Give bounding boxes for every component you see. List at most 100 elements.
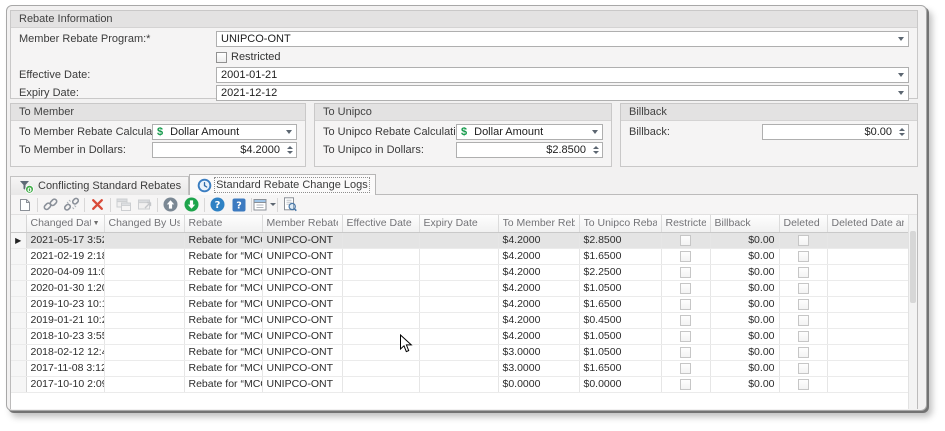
grid-cell[interactable]	[419, 376, 498, 392]
grid-cell[interactable]	[779, 376, 827, 392]
grid-cell[interactable]	[779, 264, 827, 280]
grid-cell[interactable]: $0.00	[710, 312, 779, 328]
grid-cell[interactable]: Rebate for “MCCAI...	[184, 280, 262, 296]
grid-cell[interactable]: UNIPCO-ONT	[262, 232, 342, 248]
column-header[interactable]: Changed Date...▼	[26, 215, 104, 232]
grid-cell[interactable]	[419, 280, 498, 296]
grid-cell[interactable]	[779, 232, 827, 248]
grid-cell[interactable]	[661, 248, 710, 264]
table-row[interactable]: 2020-04-09 11:00:3...Rebate for “MCCAI..…	[11, 264, 908, 280]
grid-cell[interactable]: Rebate for “MCCAI...	[184, 344, 262, 360]
grid-cell[interactable]: $3.0000	[498, 360, 579, 376]
grid-cell[interactable]	[419, 232, 498, 248]
grid-cell[interactable]: $4.2000	[498, 264, 579, 280]
grid-cell[interactable]	[827, 280, 908, 296]
grid-cell[interactable]	[779, 280, 827, 296]
grid-cell[interactable]	[779, 248, 827, 264]
table-row[interactable]: 2017-10-10 2:09:13...Rebate for “MCCAI..…	[11, 376, 908, 392]
column-header[interactable]: Expiry Date	[419, 215, 498, 232]
grid-cell[interactable]	[342, 296, 419, 312]
grid-cell[interactable]: $1.0500	[579, 328, 661, 344]
grid-cell[interactable]: $1.6500	[579, 296, 661, 312]
grid-cell[interactable]: Rebate for “MCCAI...	[184, 248, 262, 264]
grid-cell[interactable]	[827, 344, 908, 360]
grid-cell[interactable]: 2019-10-23 10:10:4...	[26, 296, 104, 312]
grid-cell[interactable]: $0.00	[710, 264, 779, 280]
chevron-down-icon[interactable]	[893, 32, 908, 46]
table-row[interactable]: ▶2021-05-17 3:52:30...Rebate for “MCCAI.…	[11, 232, 908, 248]
chevron-down-icon[interactable]	[587, 125, 602, 139]
grid-cell[interactable]: UNIPCO-ONT	[262, 312, 342, 328]
grid-cell[interactable]: $0.0000	[579, 376, 661, 392]
grid-cell[interactable]: $1.6500	[579, 360, 661, 376]
grid-cell[interactable]	[661, 344, 710, 360]
grid-cell[interactable]: 2021-02-19 2:18:18...	[26, 248, 104, 264]
grid-cell[interactable]: $1.0500	[579, 344, 661, 360]
grid-cell[interactable]: UNIPCO-ONT	[262, 360, 342, 376]
help-circle-button[interactable]: ?	[207, 196, 228, 214]
grid-cell[interactable]	[104, 280, 184, 296]
table-row[interactable]: 2018-02-12 12:40:4...Rebate for “MCCAI..…	[11, 344, 908, 360]
grid-cell[interactable]	[661, 312, 710, 328]
grid-cell[interactable]: $3.0000	[498, 344, 579, 360]
grid-cell[interactable]	[342, 344, 419, 360]
grid-cell[interactable]	[661, 360, 710, 376]
grid-cell[interactable]: $1.0500	[579, 280, 661, 296]
table-row[interactable]: 2018-10-23 3:55:54...Rebate for “MCCAI..…	[11, 328, 908, 344]
grid-cell[interactable]: $4.2000	[498, 232, 579, 248]
table-row[interactable]: 2020-01-30 1:20:36...Rebate for “MCCAI..…	[11, 280, 908, 296]
grid-cell[interactable]	[104, 248, 184, 264]
grid-cell[interactable]: 2018-10-23 3:55:54...	[26, 328, 104, 344]
grid-cell[interactable]: $0.00	[710, 280, 779, 296]
grid-cell[interactable]: UNIPCO-ONT	[262, 264, 342, 280]
grid-cell[interactable]: UNIPCO-ONT	[262, 296, 342, 312]
delete-button[interactable]	[87, 196, 108, 214]
tab-conflicting-standard-rebates[interactable]: 0 Conflicting Standard Rebates	[10, 176, 189, 195]
table-row[interactable]: 2019-01-21 10:29:0...Rebate for “MCCAI..…	[11, 312, 908, 328]
grid-cell[interactable]: Rebate for “MCCAI...	[184, 360, 262, 376]
expiry-date-picker[interactable]: 2021-12-12	[216, 85, 909, 101]
grid-cell[interactable]	[104, 312, 184, 328]
grid-cell[interactable]: $0.00	[710, 248, 779, 264]
to-member-dollars-input[interactable]: $4.2000	[152, 142, 297, 158]
grid-cell[interactable]	[342, 376, 419, 392]
grid-cell[interactable]	[779, 344, 827, 360]
grid-cell[interactable]	[419, 360, 498, 376]
chevron-down-icon[interactable]	[893, 68, 908, 82]
vertical-scrollbar[interactable]	[908, 215, 917, 409]
table-row[interactable]: 2021-02-19 2:18:18... Rebate for “MCCAI..…	[11, 248, 908, 264]
grid-cell[interactable]: $0.00	[710, 328, 779, 344]
grid-cell[interactable]: $1.6500	[579, 248, 661, 264]
billback-input[interactable]: $0.00	[762, 124, 909, 140]
grid-cell[interactable]	[827, 376, 908, 392]
preview-button[interactable]	[280, 196, 301, 214]
grid-cell[interactable]: UNIPCO-ONT	[262, 280, 342, 296]
column-header[interactable]: Billback	[710, 215, 779, 232]
note-square-button[interactable]: ?	[228, 196, 249, 214]
grid-cell[interactable]: Rebate for “MCCAI...	[184, 264, 262, 280]
grid-cell[interactable]: UNIPCO-ONT	[262, 248, 342, 264]
table-row[interactable]: 2019-10-23 10:10:4...Rebate for “MCCAI..…	[11, 296, 908, 312]
grid-cell[interactable]	[104, 344, 184, 360]
grid-cell[interactable]	[661, 232, 710, 248]
column-header[interactable]: Deleted	[779, 215, 827, 232]
grid-cell[interactable]: $4.2000	[498, 296, 579, 312]
grid-cell[interactable]	[827, 328, 908, 344]
new-record-button[interactable]	[14, 196, 35, 214]
grid-cell[interactable]	[779, 312, 827, 328]
grid-cell[interactable]: Rebate for “MCCAI...	[184, 312, 262, 328]
grid-cell[interactable]: Rebate for “MCCAI...	[184, 376, 262, 392]
effective-date-picker[interactable]: 2001-01-21	[216, 67, 909, 83]
grid-cell[interactable]: $0.00	[710, 296, 779, 312]
spinner-buttons-icon[interactable]	[895, 125, 908, 139]
spinner-buttons-icon[interactable]	[283, 143, 296, 157]
grid-cell[interactable]	[661, 280, 710, 296]
column-header[interactable]: Changed By User	[104, 215, 184, 232]
grid-cell[interactable]: UNIPCO-ONT	[262, 328, 342, 344]
grid-cell[interactable]: $0.00	[710, 360, 779, 376]
checkbox-box-icon[interactable]	[216, 52, 227, 63]
to-unipco-dollars-input[interactable]: $2.8500	[456, 142, 603, 158]
grid-cell[interactable]: UNIPCO-ONT	[262, 344, 342, 360]
unlink-button[interactable]	[61, 196, 82, 214]
grid-cell[interactable]: 2017-11-08 3:12:28...	[26, 360, 104, 376]
